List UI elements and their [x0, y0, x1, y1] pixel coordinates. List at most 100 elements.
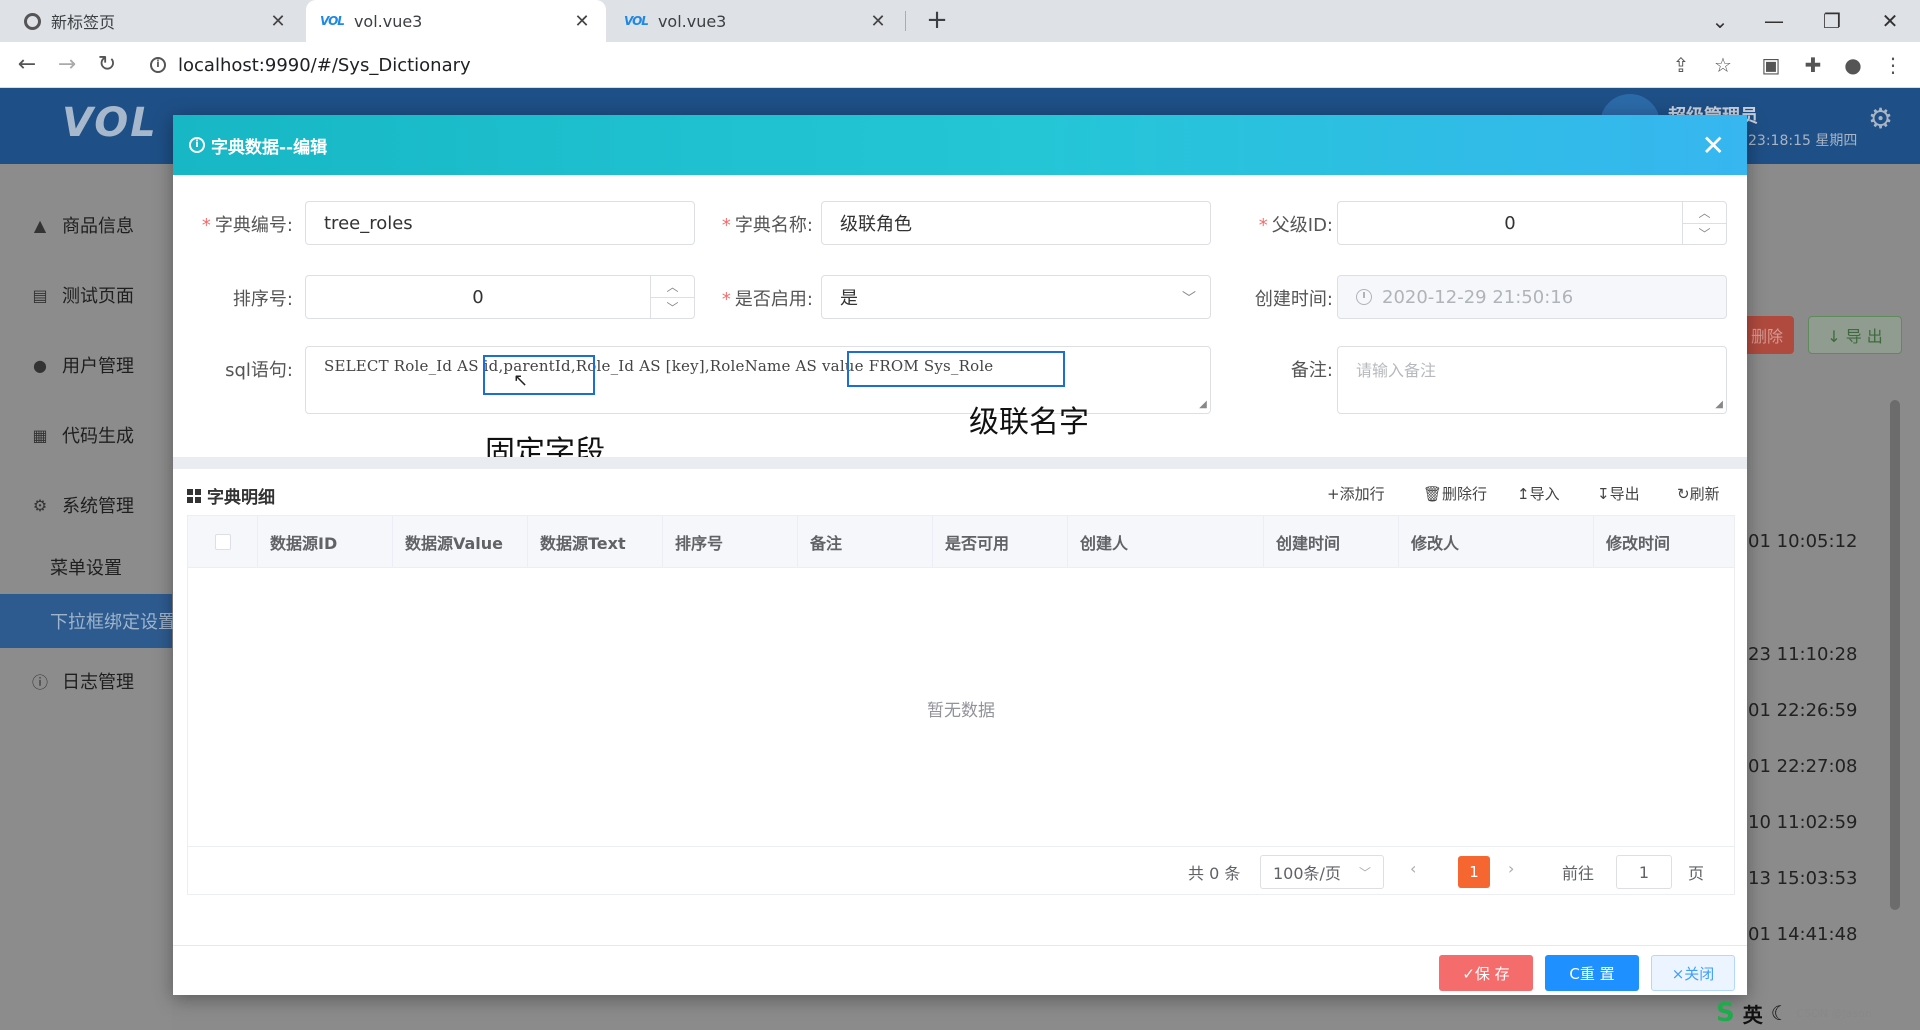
import-button[interactable]: ↥导入 [1517, 483, 1560, 504]
stepper-down-icon[interactable]: ﹀ [1683, 224, 1726, 245]
resize-handle-icon[interactable]: ◢ [1199, 399, 1207, 410]
close-icon[interactable]: ✕ [1702, 129, 1725, 162]
new-tab-icon[interactable]: + [922, 6, 952, 36]
parent-id-input[interactable]: 0 ︿ ﹀ [1337, 201, 1727, 245]
chevron-down-icon: ﹀ [1182, 291, 1196, 307]
delete-row-button[interactable]: 🗑删除行 [1423, 483, 1487, 504]
add-row-button[interactable]: +添加行 [1327, 483, 1385, 504]
stepper-down-icon[interactable]: ﹀ [651, 298, 694, 319]
sidebar-item-dropdown-binding[interactable]: 下拉框绑定设置 [0, 594, 176, 648]
sidebar-item-system[interactable]: ⚙ 系统管理 [0, 478, 172, 532]
sidebar-item-label: 菜单设置 [50, 558, 122, 579]
maximize-icon[interactable]: ❐ [1812, 6, 1852, 36]
share-icon[interactable]: ⇪ [1668, 52, 1694, 78]
sidebar-item-codegen[interactable]: ▦ 代码生成 [0, 408, 172, 462]
resize-handle-icon[interactable]: ◢ [1715, 399, 1723, 410]
back-icon[interactable]: ← [12, 50, 42, 80]
user-icon: ● [33, 355, 47, 375]
save-button[interactable]: ✓保 存 [1439, 955, 1533, 991]
enable-value: 是 [840, 288, 858, 309]
page-size-select[interactable]: 100条/页 ﹀ [1260, 855, 1384, 889]
column-header[interactable]: 数据源Text [528, 516, 663, 568]
delete-button[interactable]: 删除 [1740, 316, 1794, 354]
refresh-button[interactable]: ↻刷新 [1677, 483, 1720, 504]
next-page-icon[interactable]: › [1508, 859, 1514, 878]
enable-select[interactable]: 是 ﹀ [821, 275, 1211, 319]
column-header[interactable]: 修改时间 [1594, 516, 1734, 568]
reload-icon[interactable]: ↻ [92, 50, 122, 80]
gear-icon: ⚙ [32, 495, 48, 515]
gear-icon[interactable]: ⚙ [1868, 102, 1893, 135]
sidebar-item-logs[interactable]: ⓘ 日志管理 [0, 654, 172, 708]
profile-icon[interactable]: ● [1840, 52, 1866, 78]
export-button[interactable]: ↓ 导 出 [1808, 316, 1902, 354]
bg-time-cell: 01 22:27:08 [1748, 756, 1858, 777]
sidebar-item-users[interactable]: ● 用户管理 [0, 338, 172, 392]
browser-toolbar: ← → ↻ i localhost:9990/#/Sys_Dictionary … [0, 42, 1920, 88]
column-header[interactable]: 创建时间 [1264, 516, 1399, 568]
bg-time-cell: 01 10:05:12 [1748, 531, 1858, 552]
extension-badge-icon[interactable]: ▣ [1758, 52, 1784, 78]
remark-textarea[interactable]: 请输入备注 ◢ [1337, 346, 1727, 414]
order-no-input[interactable]: 0 ︿ ﹀ [305, 275, 695, 319]
sidebar-item-menu[interactable]: 菜单设置 [0, 540, 172, 594]
sidebar-item-test-page[interactable]: ▤ 测试页面 [0, 268, 172, 322]
goto-page-input[interactable]: 1 [1616, 855, 1672, 889]
tab-search-icon[interactable]: ⌄ [1700, 6, 1740, 36]
empty-text: 暂无数据 [927, 701, 995, 721]
tab-title: vol.vue3 [657, 11, 727, 31]
close-icon[interactable]: ✕ [268, 11, 288, 32]
lock-icon: ▲ [33, 215, 47, 235]
dialog-header: i 字典数据--编辑 ✕ [173, 115, 1747, 175]
close-button[interactable]: ×关闭 [1651, 955, 1735, 991]
stepper-up-icon[interactable]: ︿ [1683, 202, 1726, 224]
sidebar-item-products[interactable]: ▲ 商品信息 [0, 198, 172, 252]
close-icon[interactable]: ✕ [572, 11, 592, 32]
browser-tab[interactable]: VOL vol.vue3 ✕ [610, 0, 902, 42]
annotation-box-cascade-name [847, 351, 1065, 387]
column-header[interactable]: 数据源ID [258, 516, 393, 568]
prev-page-icon[interactable]: ‹ [1410, 859, 1416, 878]
scrollbar[interactable] [1890, 400, 1900, 910]
order-no-value: 0 [472, 286, 484, 308]
doc-icon: ▤ [32, 285, 48, 305]
window-close-icon[interactable]: ✕ [1870, 6, 1910, 36]
page-number-current[interactable]: 1 [1458, 856, 1490, 888]
moon-icon[interactable]: ☾ [1771, 1001, 1789, 1025]
column-header[interactable]: 修改人 [1399, 516, 1594, 568]
column-header[interactable]: 备注 [798, 516, 933, 568]
column-header[interactable]: 数据源Value [393, 516, 528, 568]
column-header[interactable]: 排序号 [663, 516, 798, 568]
sidebar-item-label: 系统管理 [62, 496, 134, 517]
address-bar[interactable]: i localhost:9990/#/Sys_Dictionary [140, 48, 1660, 82]
menu-kebab-icon[interactable]: ⋮ [1880, 52, 1906, 78]
info-icon[interactable]: i [150, 57, 166, 73]
tab-title: vol.vue3 [353, 11, 423, 31]
bg-time-cell: 13 15:03:53 [1748, 868, 1858, 889]
sidebar-item-label: 日志管理 [62, 672, 134, 693]
dic-name-input[interactable]: 级联角色 [821, 201, 1211, 245]
close-icon[interactable]: ✕ [868, 11, 888, 32]
remark-placeholder: 请输入备注 [1356, 361, 1437, 380]
stepper-up-icon[interactable]: ︿ [651, 276, 694, 298]
minimize-icon[interactable]: — [1754, 6, 1794, 36]
column-header[interactable]: 是否可用 [933, 516, 1068, 568]
create-date-value: 2020-12-29 21:50:16 [1382, 286, 1574, 308]
footer-divider [173, 945, 1747, 946]
ime-language[interactable]: 英 [1743, 999, 1763, 1028]
dic-no-input[interactable]: tree_roles [305, 201, 695, 245]
pagination: 共 0 条 100条/页 ﹀ ‹ 1 › 前往 1 页 [188, 846, 1734, 896]
forward-icon[interactable]: → [52, 50, 82, 80]
url-text: localhost:9990/#/Sys_Dictionary [178, 54, 471, 76]
export-button[interactable]: ↧导出 [1597, 483, 1640, 504]
sogou-ime-icon[interactable]: S [1716, 998, 1735, 1028]
puzzle-icon[interactable]: ✚ [1800, 52, 1826, 78]
browser-tab-newtab[interactable]: 新标签页 ✕ [10, 0, 302, 42]
upload-icon: ↥ [1517, 485, 1530, 503]
browser-tab-active[interactable]: VOL vol.vue3 ✕ [306, 0, 606, 42]
reset-button[interactable]: C重 置 [1545, 955, 1639, 991]
column-header[interactable]: 创建人 [1068, 516, 1264, 568]
annotation-box-fixed-fields [483, 355, 595, 395]
select-all-checkbox[interactable] [214, 534, 231, 550]
bookmark-star-icon[interactable]: ☆ [1710, 52, 1736, 78]
